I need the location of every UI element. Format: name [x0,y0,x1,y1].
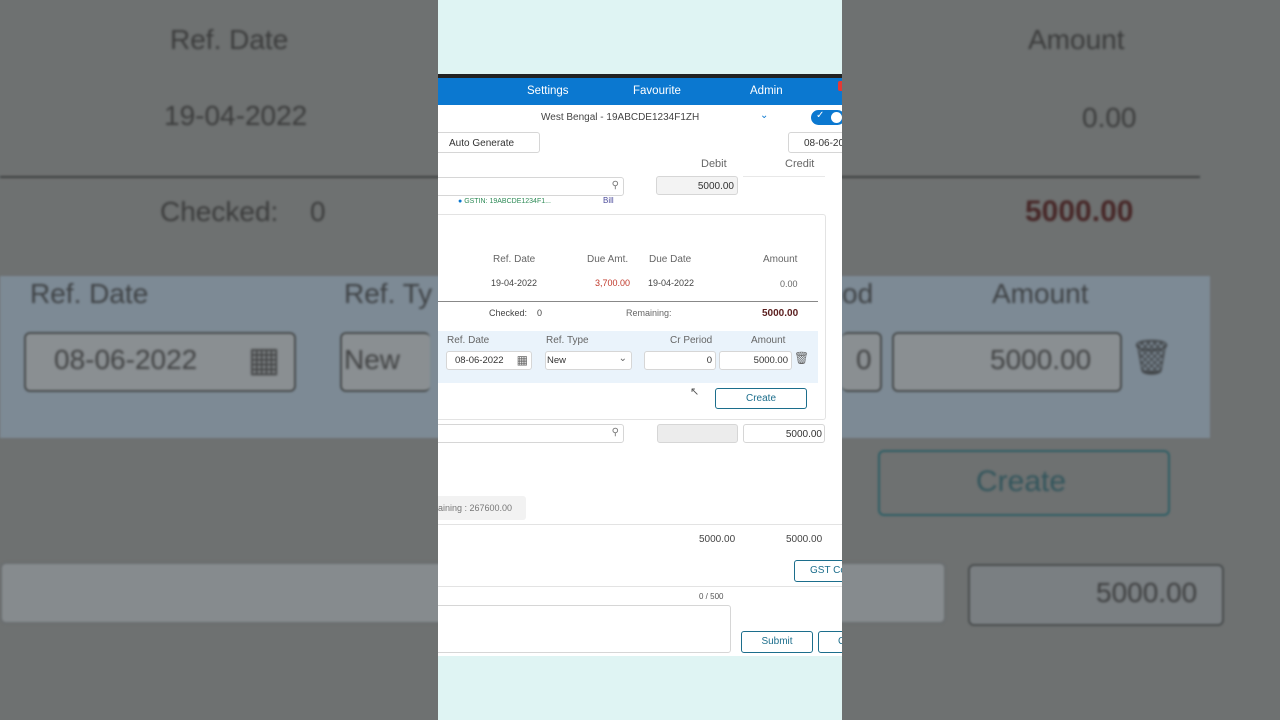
account-search-input-2[interactable]: ⚲ [438,424,624,443]
credit-value-2: 5000.00 [785,429,822,440]
bill-link[interactable]: Bill [603,196,614,205]
bg-create-label: Create [976,465,1067,498]
trash-icon[interactable]: 🗑 [794,351,809,365]
toggle-knob [831,112,842,123]
bg-remaining-amount: 5000.00 [1025,195,1134,228]
credit-input-1[interactable] [743,176,825,177]
remaining-label: Remaining: [626,308,672,318]
bill-row-due-date: 19-04-2022 [648,278,695,288]
ref-amount-value: 5000.00 [753,355,788,366]
bg-amount-value: 0.00 [1082,102,1137,133]
chevron-down-icon[interactable]: ⌄ [760,110,768,121]
ref-header-amount: Amount [751,335,786,346]
bg-checked-label: Checked: [160,196,279,227]
bill-row-due-amt: 3,700.00 [595,278,631,288]
bg-calendar-icon: ▦ [248,341,281,379]
ref-type-value: New [547,355,567,366]
create-button[interactable]: Create [715,388,807,409]
bill-header-due-amt: Due Amt. [587,254,629,265]
phone-screen: Settings Favourite Admin West Bengal - 1… [438,0,842,720]
gstin-hint-text: GSTIN: 19ABCDE1234F1... [464,198,551,205]
bill-header-amount: Amount [763,254,798,265]
narration-counter: 0 / 500 [699,592,724,601]
ref-header-ref-type: Ref. Type [546,335,589,346]
debit-value-1: 5000.00 [697,181,734,192]
bg-ref-date-header: Ref. Date [170,24,289,55]
bill-row-amount[interactable]: 0.00 [780,279,798,289]
ref-amount-input[interactable]: 5000.00 [719,351,792,370]
gstin-select[interactable]: West Bengal - 19ABCDE1234F1ZH [541,112,699,123]
bill-header-due-date: Due Date [649,254,692,265]
calendar-icon[interactable]: ▦ [517,353,528,367]
alert-icon[interactable] [838,81,842,91]
check-icon: ✓ [816,110,825,121]
top-nav: Settings Favourite Admin [438,78,842,105]
debit-header: Debit [701,158,727,170]
bg-total-value: 5000.00 [1096,577,1198,608]
bill-row-ref-date: 19-04-2022 [491,278,538,288]
debit-input-1[interactable]: 5000.00 [656,176,738,195]
new-reference-row: Ref. Date Ref. Type Cr Period Amount 08-… [438,331,818,383]
bill-divider [438,301,818,302]
remaining-badge-text: aining : 267600.00 [438,503,513,513]
cancel-button[interactable]: C [818,631,842,653]
bg-row-cr-period-value: 0 [856,344,872,375]
checked-label: Checked: [489,308,528,318]
voucher-screen: Settings Favourite Admin West Bengal - 1… [438,74,842,656]
remaining-value: 5000.00 [762,308,799,319]
bg-row-ref-type-value: New [344,344,401,375]
bg-row-amount-header: Amount [992,278,1089,309]
ref-header-cr-period: Cr Period [670,335,713,346]
nav-favourite[interactable]: Favourite [633,85,681,97]
gstin-hint: ● GSTIN: 19ABCDE1234F1... [458,198,551,205]
bg-row-ref-date-value: 08-06-2022 [54,344,198,375]
chevron-down-icon: ⌄ [618,353,627,364]
bg-checked-value: 0 [310,196,326,227]
auto-generate-text: Auto Generate [449,138,515,149]
narration-textarea[interactable] [438,605,731,653]
bg-row-cr-period-header: od [842,278,874,309]
account-search-input-1[interactable]: ⚲ [438,177,624,196]
nav-admin[interactable]: Admin [750,85,783,97]
totals-divider-bottom [438,586,842,587]
bg-amount-header: Amount [1028,24,1125,55]
bg-row-ref-type-header: Ref. Ty [344,278,433,309]
bg-row-amount-value: 5000.00 [990,344,1092,375]
search-icon[interactable]: ⚲ [612,427,619,438]
voucher-number-field[interactable]: Auto Generate [438,132,540,153]
ref-date-input[interactable]: 08-06-2022 ▦ [446,351,532,370]
cr-period-value: 0 [706,355,712,366]
ref-date-value: 08-06-2022 [455,355,504,366]
remaining-badge: aining : 267600.00 [438,496,526,520]
mouse-cursor: ↖ [690,386,700,398]
voucher-date-field[interactable]: 08-06-20 [788,132,842,153]
eye-icon: ● [458,198,463,205]
voucher-date-value: 08-06-20 [804,138,842,149]
submit-button[interactable]: Submit [741,631,813,653]
search-icon[interactable]: ⚲ [612,180,619,191]
bg-ref-date-value: 19-04-2022 [164,100,308,131]
bg-trash-icon: 🗑 [1130,339,1174,377]
debit-input-2[interactable] [657,424,738,443]
checked-value: 0 [537,308,543,318]
credit-input-2[interactable]: 5000.00 [743,424,825,443]
cr-period-input[interactable]: 0 [644,351,716,370]
total-credit: 5000.00 [786,534,823,545]
gst-compute-button[interactable]: GST Co [794,560,842,582]
totals-divider-top [438,524,842,525]
nav-settings[interactable]: Settings [527,85,569,97]
ref-type-select[interactable]: New ⌄ [545,351,632,370]
toggle-switch[interactable]: ✓ [811,110,842,125]
credit-header: Credit [785,158,815,170]
total-debit: 5000.00 [699,534,736,545]
ref-header-ref-date: Ref. Date [447,335,490,346]
bill-header-ref-date: Ref. Date [493,254,536,265]
bg-row-ref-date-header: Ref. Date [30,278,149,309]
